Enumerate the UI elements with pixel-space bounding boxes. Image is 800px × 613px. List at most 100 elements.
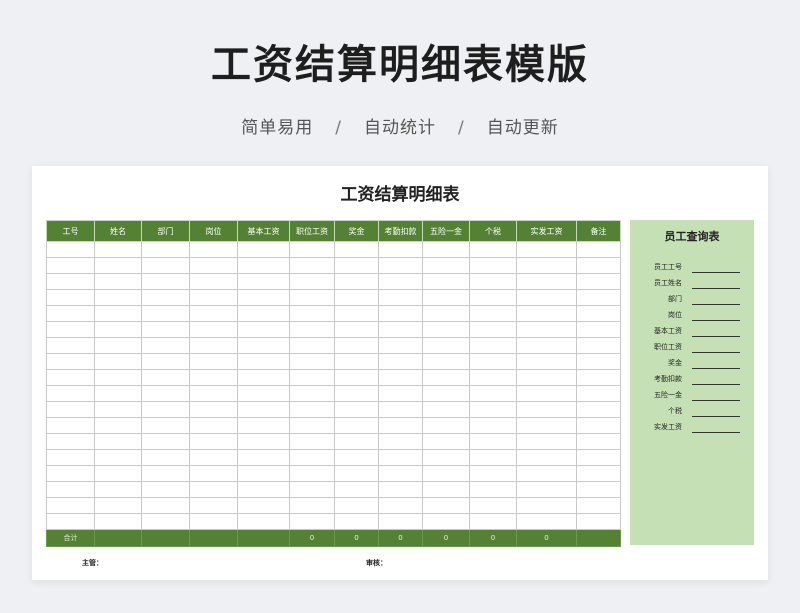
table-cell[interactable]: [94, 497, 142, 514]
table-cell[interactable]: [141, 257, 190, 274]
table-cell[interactable]: [237, 497, 290, 514]
table-cell[interactable]: [189, 289, 238, 306]
table-cell[interactable]: [189, 369, 238, 386]
table-cell[interactable]: [378, 289, 423, 306]
table-cell[interactable]: [334, 321, 379, 338]
table-cell[interactable]: [141, 337, 190, 354]
table-cell[interactable]: [141, 449, 190, 466]
table-cell[interactable]: [422, 433, 470, 450]
table-cell[interactable]: [334, 497, 379, 514]
table-cell[interactable]: [469, 289, 517, 306]
table-cell[interactable]: [576, 417, 621, 434]
table-cell[interactable]: [378, 449, 423, 466]
table-cell[interactable]: [334, 481, 379, 498]
table-cell[interactable]: [189, 513, 238, 530]
table-cell[interactable]: [516, 321, 577, 338]
table-cell[interactable]: [46, 497, 95, 514]
table-cell[interactable]: [334, 513, 379, 530]
table-cell[interactable]: [334, 433, 379, 450]
table-cell[interactable]: [141, 353, 190, 370]
table-cell[interactable]: [576, 289, 621, 306]
table-cell[interactable]: [289, 337, 335, 354]
table-cell[interactable]: [576, 321, 621, 338]
table-cell[interactable]: [289, 433, 335, 450]
table-cell[interactable]: [378, 273, 423, 290]
table-cell[interactable]: [289, 417, 335, 434]
table-cell[interactable]: [469, 241, 517, 258]
table-cell[interactable]: [189, 433, 238, 450]
table-cell[interactable]: [576, 385, 621, 402]
lookup-field-input[interactable]: [692, 432, 740, 433]
lookup-field-input[interactable]: [692, 288, 740, 289]
table-cell[interactable]: [576, 449, 621, 466]
table-cell[interactable]: [469, 497, 517, 514]
table-cell[interactable]: [334, 241, 379, 258]
table-cell[interactable]: [94, 337, 142, 354]
table-cell[interactable]: [378, 385, 423, 402]
lookup-field-input[interactable]: [692, 400, 740, 401]
lookup-field-input[interactable]: [692, 336, 740, 337]
table-cell[interactable]: [378, 337, 423, 354]
table-cell[interactable]: [94, 513, 142, 530]
table-cell[interactable]: [334, 257, 379, 274]
table-cell[interactable]: [46, 257, 95, 274]
table-cell[interactable]: [46, 273, 95, 290]
table-cell[interactable]: [189, 273, 238, 290]
table-cell[interactable]: [94, 433, 142, 450]
table-cell[interactable]: [289, 497, 335, 514]
table-cell[interactable]: [94, 353, 142, 370]
table-cell[interactable]: [576, 465, 621, 482]
table-cell[interactable]: [576, 369, 621, 386]
table-cell[interactable]: [289, 513, 335, 530]
table-cell[interactable]: [576, 497, 621, 514]
table-cell[interactable]: [141, 417, 190, 434]
table-cell[interactable]: [576, 353, 621, 370]
table-cell[interactable]: [516, 481, 577, 498]
table-cell[interactable]: [469, 305, 517, 322]
table-cell[interactable]: [289, 369, 335, 386]
table-cell[interactable]: [289, 289, 335, 306]
table-cell[interactable]: [94, 305, 142, 322]
table-cell[interactable]: [576, 401, 621, 418]
table-cell[interactable]: [422, 417, 470, 434]
table-cell[interactable]: [289, 353, 335, 370]
table-cell[interactable]: [422, 401, 470, 418]
table-cell[interactable]: [516, 289, 577, 306]
table-cell[interactable]: [378, 513, 423, 530]
table-cell[interactable]: [422, 289, 470, 306]
table-cell[interactable]: [469, 481, 517, 498]
table-cell[interactable]: [422, 337, 470, 354]
lookup-field-input[interactable]: [692, 304, 740, 305]
table-cell[interactable]: [141, 369, 190, 386]
table-cell[interactable]: [289, 273, 335, 290]
table-cell[interactable]: [141, 273, 190, 290]
table-cell[interactable]: [189, 497, 238, 514]
table-cell[interactable]: [334, 449, 379, 466]
table-cell[interactable]: [189, 353, 238, 370]
table-cell[interactable]: [576, 481, 621, 498]
table-cell[interactable]: [46, 369, 95, 386]
table-cell[interactable]: [141, 241, 190, 258]
table-cell[interactable]: [46, 465, 95, 482]
table-cell[interactable]: [422, 449, 470, 466]
table-cell[interactable]: [189, 481, 238, 498]
table-cell[interactable]: [237, 337, 290, 354]
table-cell[interactable]: [141, 433, 190, 450]
table-cell[interactable]: [237, 401, 290, 418]
table-cell[interactable]: [141, 305, 190, 322]
table-cell[interactable]: [94, 369, 142, 386]
table-cell[interactable]: [94, 465, 142, 482]
table-cell[interactable]: [334, 385, 379, 402]
table-cell[interactable]: [46, 337, 95, 354]
table-cell[interactable]: [237, 321, 290, 338]
table-cell[interactable]: [46, 305, 95, 322]
table-cell[interactable]: [516, 305, 577, 322]
table-cell[interactable]: [94, 449, 142, 466]
table-cell[interactable]: [334, 369, 379, 386]
table-cell[interactable]: [189, 257, 238, 274]
table-cell[interactable]: [94, 401, 142, 418]
table-cell[interactable]: [422, 257, 470, 274]
lookup-field-input[interactable]: [692, 320, 740, 321]
table-cell[interactable]: [141, 481, 190, 498]
lookup-field-input[interactable]: [692, 416, 740, 417]
